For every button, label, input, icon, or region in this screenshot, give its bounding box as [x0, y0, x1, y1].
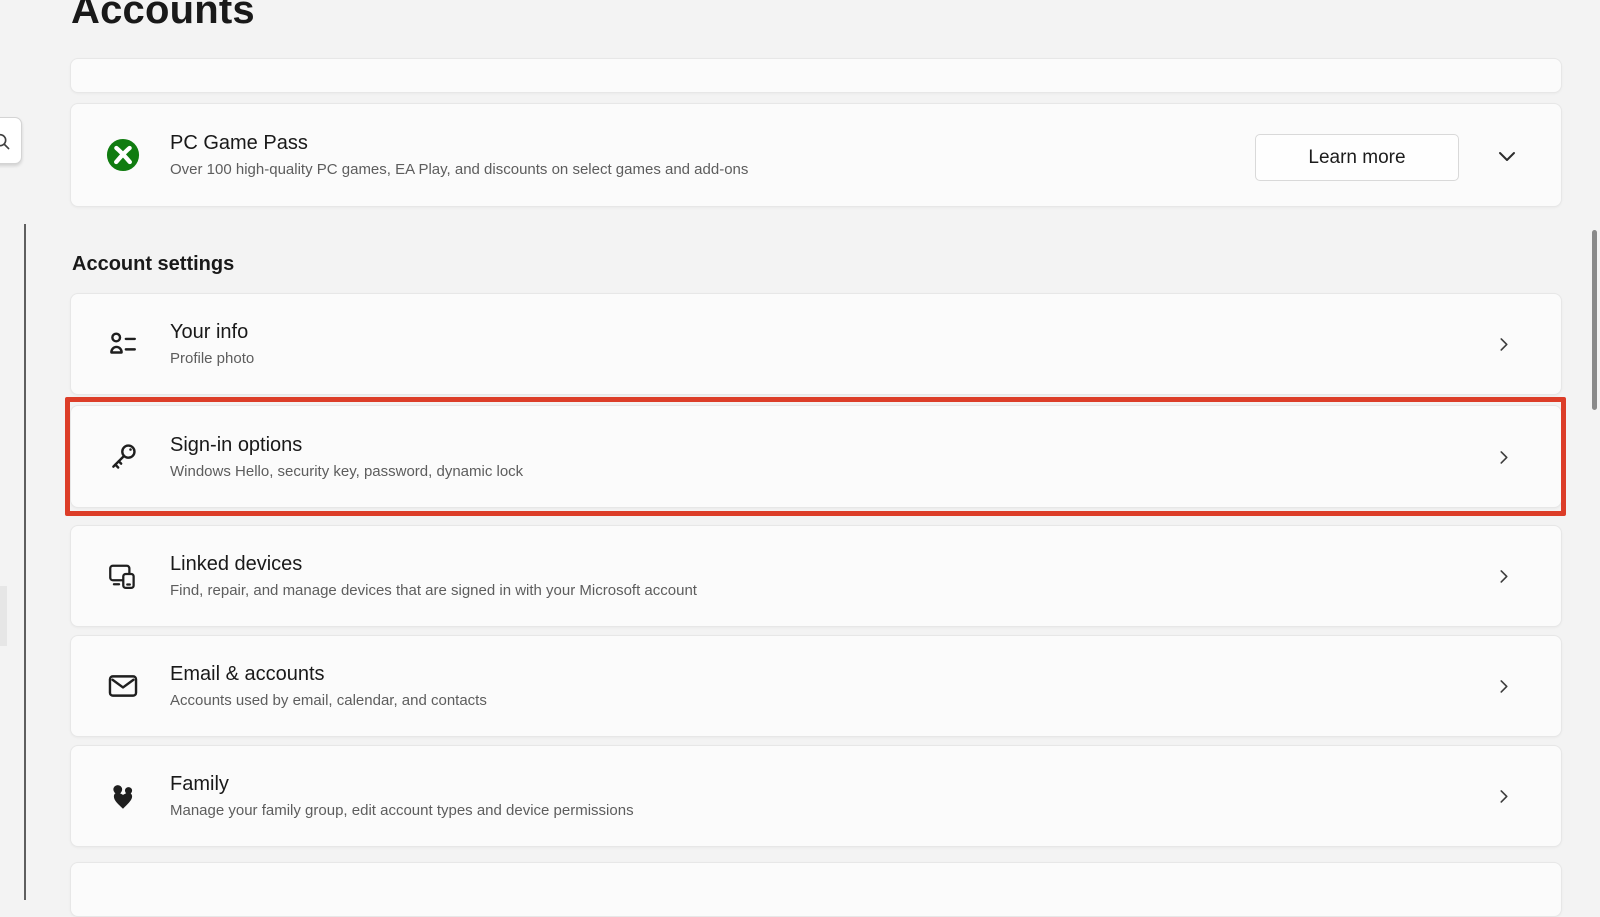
partial-card-bottom: [70, 862, 1562, 917]
partial-card-top: [70, 58, 1562, 93]
settings-row-sign-in-options[interactable]: Sign-in options Windows Hello, security …: [70, 405, 1562, 508]
row-title: Family: [170, 773, 634, 796]
row-subtitle: Profile photo: [170, 350, 254, 367]
row-title: Sign-in options: [170, 434, 523, 457]
settings-row-your-info[interactable]: Your info Profile photo: [70, 293, 1562, 395]
settings-row-family[interactable]: Family Manage your family group, edit ac…: [70, 745, 1562, 847]
chevron-down-icon[interactable]: [1493, 143, 1521, 171]
row-title: Your info: [170, 321, 254, 344]
row-subtitle: Windows Hello, security key, password, d…: [170, 463, 523, 480]
page-title: Accounts: [71, 0, 255, 33]
settings-row-linked-devices[interactable]: Linked devices Find, repair, and manage …: [70, 525, 1562, 627]
scrollbar-thumb[interactable]: [1592, 230, 1597, 410]
game-pass-title: PC Game Pass: [170, 132, 748, 155]
chevron-right-icon: [1493, 446, 1515, 468]
learn-more-button[interactable]: Learn more: [1255, 134, 1459, 181]
row-subtitle: Accounts used by email, calendar, and co…: [170, 692, 487, 709]
chevron-right-icon: [1493, 785, 1515, 807]
key-icon: [106, 440, 140, 474]
settings-row-email-accounts[interactable]: Email & accounts Accounts used by email,…: [70, 635, 1562, 737]
family-icon: [106, 779, 140, 813]
your-info-icon: [106, 327, 140, 361]
nav-selected-item-fragment: [0, 586, 7, 646]
xbox-icon: [106, 138, 140, 172]
linked-devices-icon: [106, 559, 140, 593]
row-subtitle: Manage your family group, edit account t…: [170, 802, 634, 819]
row-subtitle: Find, repair, and manage devices that ar…: [170, 582, 697, 599]
email-icon: [106, 669, 140, 703]
chevron-right-icon: [1493, 565, 1515, 587]
search-input[interactable]: [0, 117, 22, 164]
chevron-right-icon: [1493, 675, 1515, 697]
row-title: Linked devices: [170, 553, 697, 576]
row-title: Email & accounts: [170, 663, 487, 686]
game-pass-card[interactable]: PC Game Pass Over 100 high-quality PC ga…: [70, 103, 1562, 207]
nav-panel-divider: [24, 224, 26, 900]
section-heading: Account settings: [72, 253, 234, 276]
search-icon: [0, 131, 13, 153]
chevron-right-icon: [1493, 333, 1515, 355]
game-pass-subtitle: Over 100 high-quality PC games, EA Play,…: [170, 161, 748, 178]
